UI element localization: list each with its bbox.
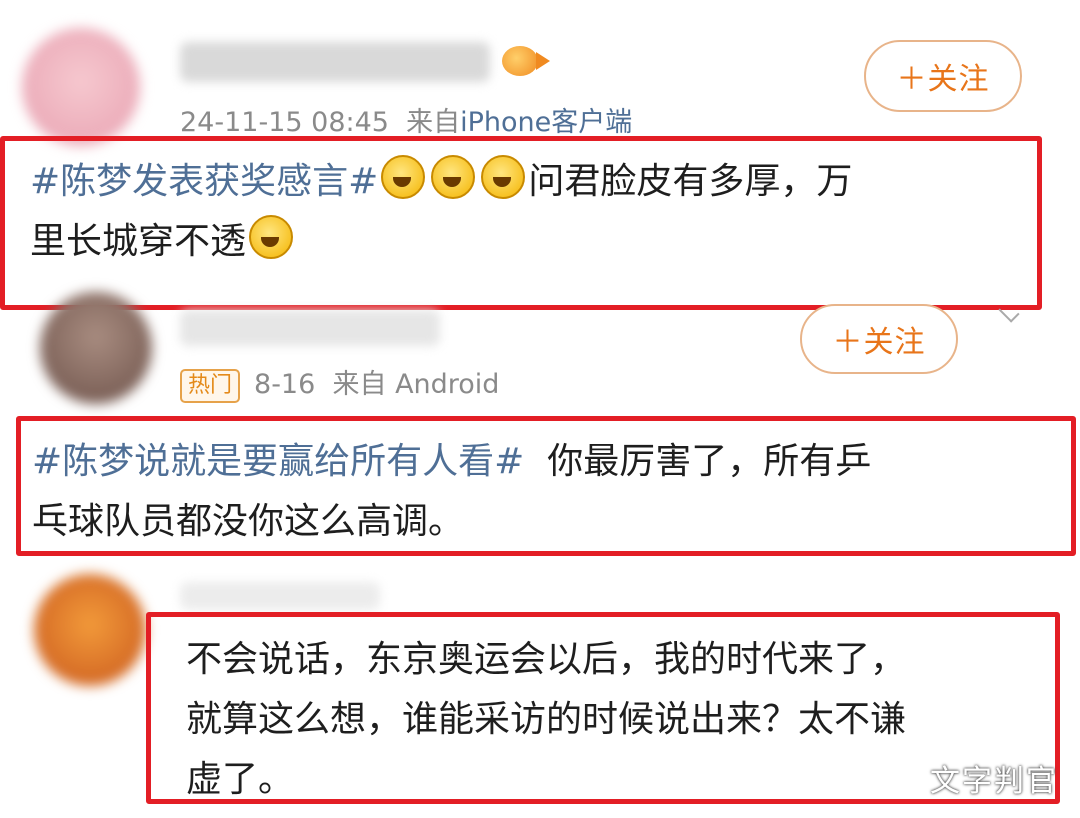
follow-button[interactable]: ＋关注 [864, 40, 1022, 112]
source-prefix: 来自 [332, 369, 387, 400]
comment-body-line2: 乓球队员都没你这么高调。 [32, 501, 465, 542]
source-label: Android [395, 369, 500, 400]
comment-body-line2: 就算这么想，谁能采访的时候说出来？太不谦 [186, 699, 907, 740]
comment-text: #陈梦说就是要赢给所有人看# 你最厉害了，所有乒 乓球队员都没你这么高调。 [32, 432, 1062, 552]
comment-text: 不会说话，东京奥运会以后，我的时代来了， 就算这么想，谁能采访的时候说出来？太不… [186, 630, 1046, 810]
timestamp: 24-11-15 08:45 [180, 107, 389, 138]
avatar[interactable] [22, 28, 140, 146]
crying-laugh-emoji [481, 155, 526, 199]
username-blurred[interactable] [180, 310, 440, 346]
comment-text: #陈梦发表获奖感言# 问君脸皮有多厚，万 里长城穿不透 [30, 152, 1020, 272]
follow-button[interactable]: ＋关注 [800, 304, 958, 374]
crying-laugh-emoji [381, 155, 426, 199]
crying-laugh-emoji [431, 155, 476, 199]
username-blurred[interactable] [180, 42, 490, 82]
hot-badge: 热门 [180, 368, 241, 403]
comment-body-line2: 里长城穿不透 [30, 221, 247, 262]
comment-body-line3: 虚了。 [186, 759, 295, 800]
comment-body: 不会说话，东京奥运会以后，我的时代来了， [186, 639, 907, 680]
source-prefix: 来自 [406, 107, 461, 138]
source-label: iPhone客户端 [460, 107, 633, 138]
avatar[interactable] [40, 292, 152, 404]
username-blurred[interactable] [180, 582, 380, 610]
avatar[interactable] [34, 574, 146, 686]
hashtag-link[interactable]: #陈梦发表获奖感言# [30, 161, 378, 202]
laughing-emoji [249, 215, 294, 259]
fish-icon [502, 46, 550, 76]
watermark: 文字判官 [930, 764, 1058, 799]
hashtag-link[interactable]: #陈梦说就是要赢给所有人看# [32, 441, 524, 482]
timestamp: 8-16 [254, 369, 316, 400]
comment-meta: 24-11-15 08:45 来自iPhone客户端 [180, 100, 632, 139]
comment-body: 你最厉害了，所有乒 [547, 441, 872, 482]
comment-body: 问君脸皮有多厚，万 [528, 161, 853, 202]
comment-meta: 热门 8-16 来自 Android [180, 362, 499, 403]
